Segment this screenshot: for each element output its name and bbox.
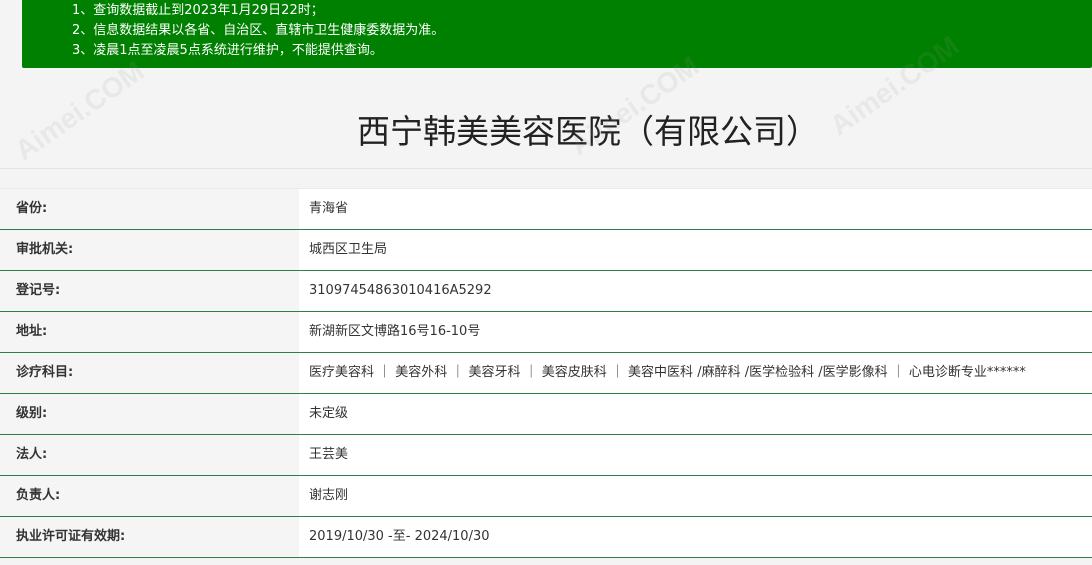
table-row-address: 地址: 新湖新区文博路16号16-10号 (0, 312, 1092, 353)
page-title: 西宁韩美美容医院（有限公司） (357, 112, 819, 151)
table-row-legal-person: 法人: 王芸美 (0, 435, 1092, 476)
table-row-approval-authority: 审批机关: 城西区卫生局 (0, 230, 1092, 271)
notice-banner: 1、查询数据截止到2023年1月29日22时； 2、信息数据结果以各省、自治区、… (22, 0, 1092, 68)
row-label: 登记号: (0, 271, 299, 311)
row-value: 2019/10/30 -至- 2024/10/30 (299, 517, 1092, 557)
row-value: 城西区卫生局 (299, 230, 1092, 270)
table-row-license-validity: 执业许可证有效期: 2019/10/30 -至- 2024/10/30 (0, 517, 1092, 558)
row-label: 法人: (0, 435, 299, 475)
notice-line-3: 3、凌晨1点至凌晨5点系统进行维护，不能提供查询。 (72, 43, 383, 58)
row-label: 省份: (0, 189, 299, 229)
row-value: 新湖新区文博路16号16-10号 (299, 312, 1092, 352)
row-value: 谢志刚 (299, 476, 1092, 516)
table-row-province: 省份: 青海省 (0, 188, 1092, 230)
row-value: 未定级 (299, 394, 1092, 434)
row-value: 医疗美容科 ｜ 美容外科 ｜ 美容牙科 ｜ 美容皮肤科 ｜ 美容中医科 /麻醉科… (299, 353, 1092, 393)
notice-line-1: 1、查询数据截止到2023年1月29日22时； (72, 3, 324, 18)
table-row-registration-number: 登记号: 31097454863010416A5292 (0, 271, 1092, 312)
title-divider (0, 168, 1092, 169)
table-row-level: 级别: 未定级 (0, 394, 1092, 435)
row-label: 诊疗科目: (0, 353, 299, 393)
row-label: 负责人: (0, 476, 299, 516)
row-label: 地址: (0, 312, 299, 352)
row-label: 审批机关: (0, 230, 299, 270)
row-value: 青海省 (299, 189, 1092, 229)
row-value: 王芸美 (299, 435, 1092, 475)
notice-line-2: 2、信息数据结果以各省、自治区、直辖市卫生健康委数据为准。 (72, 23, 445, 38)
row-value: 31097454863010416A5292 (299, 271, 1092, 311)
table-row-person-in-charge: 负责人: 谢志刚 (0, 476, 1092, 517)
table-row-departments: 诊疗科目: 医疗美容科 ｜ 美容外科 ｜ 美容牙科 ｜ 美容皮肤科 ｜ 美容中医… (0, 353, 1092, 394)
row-label: 执业许可证有效期: (0, 517, 299, 557)
hospital-info-table: 省份: 青海省 审批机关: 城西区卫生局 登记号: 31097454863010… (0, 188, 1092, 558)
row-label: 级别: (0, 394, 299, 434)
